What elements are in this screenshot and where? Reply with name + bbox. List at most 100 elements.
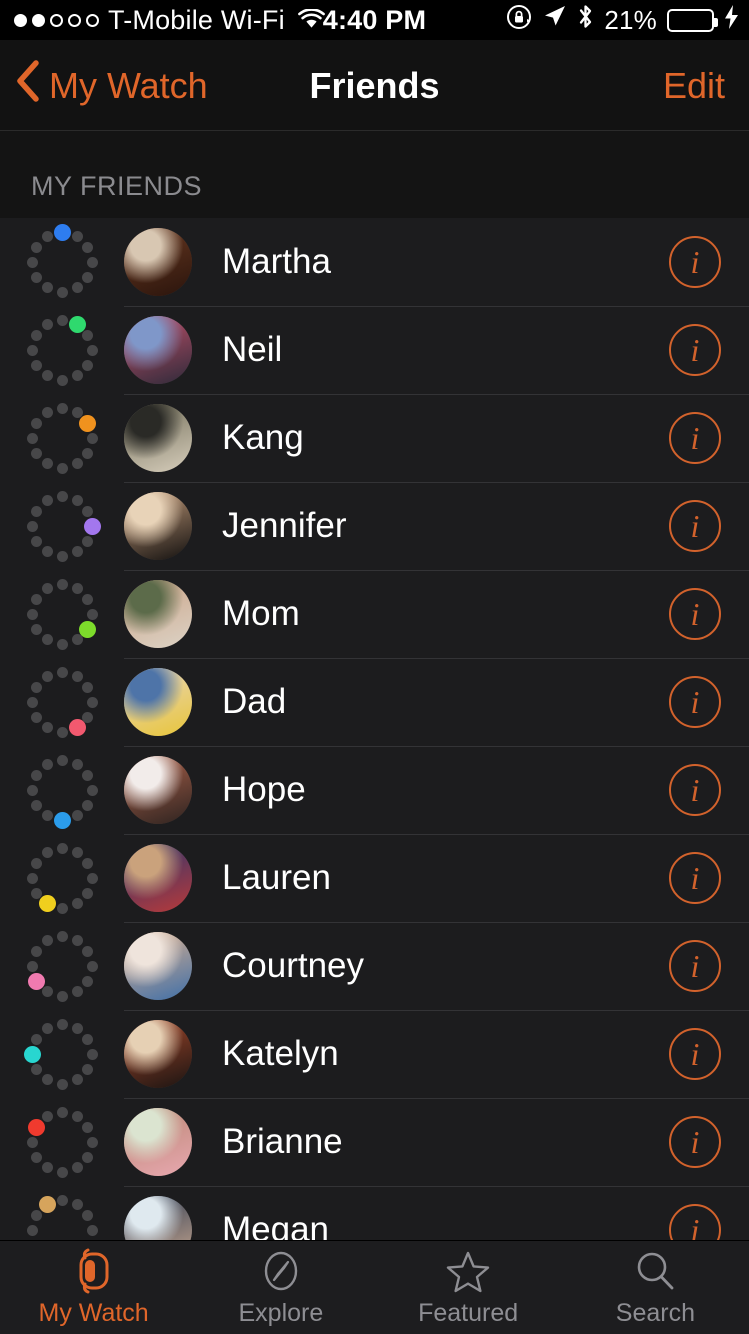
- friend-ring-dot: [56, 578, 68, 590]
- friend-ring-dot: [41, 582, 53, 594]
- navigation-bar: My Watch Friends Edit: [0, 40, 749, 131]
- friend-ring-dot: [30, 447, 42, 459]
- friend-ring-dot: [30, 535, 42, 547]
- friend-ring-dot: [26, 344, 38, 356]
- friend-ring-dot: [41, 546, 53, 558]
- friend-position-ring: [24, 312, 100, 388]
- friend-ring-dot: [82, 505, 94, 517]
- friend-ring-dot: [26, 1136, 38, 1148]
- tab-search[interactable]: Search: [562, 1241, 749, 1334]
- friend-row[interactable]: Katelyn i: [0, 1010, 749, 1098]
- friend-ring-dot: [71, 230, 83, 242]
- friend-info-button[interactable]: i: [669, 236, 721, 288]
- friend-active-dot: [38, 1195, 56, 1213]
- friend-row[interactable]: Courtney i: [0, 922, 749, 1010]
- friend-ring-dot: [30, 505, 42, 517]
- tab-featured[interactable]: Featured: [375, 1241, 562, 1334]
- tab-label: Explore: [238, 1298, 324, 1327]
- friend-avatar: [124, 228, 192, 296]
- friend-ring-dot: [71, 370, 83, 382]
- friend-ring-dot: [86, 608, 98, 620]
- friend-ring-dot: [56, 842, 68, 854]
- friend-ring-dot: [30, 1033, 42, 1045]
- friend-info-button[interactable]: i: [669, 940, 721, 992]
- friend-position-ring: [24, 576, 100, 652]
- friend-info-button[interactable]: i: [669, 852, 721, 904]
- friend-ring-dot: [56, 1018, 68, 1030]
- friend-ring-dot: [30, 1151, 42, 1163]
- friend-avatar-image: [124, 756, 192, 824]
- friend-ring-dot: [56, 490, 68, 502]
- friend-info-button[interactable]: i: [669, 764, 721, 816]
- friend-ring-dot: [82, 975, 94, 987]
- friend-info-button[interactable]: i: [669, 676, 721, 728]
- friend-avatar: [124, 404, 192, 472]
- friend-name: Brianne: [222, 1122, 343, 1161]
- friend-ring-dot: [71, 458, 83, 470]
- friend-ring-dot: [41, 1074, 53, 1086]
- friend-avatar: [124, 1020, 192, 1088]
- friend-ring-dot: [41, 318, 53, 330]
- friend-ring-dot: [41, 370, 53, 382]
- friend-row[interactable]: Mom i: [0, 570, 749, 658]
- friend-ring-dot: [26, 696, 38, 708]
- friend-name: Dad: [222, 682, 287, 721]
- friend-ring-dot: [30, 359, 42, 371]
- friend-ring-dot: [56, 1078, 68, 1090]
- friends-list[interactable]: Martha i Neil i Kang i Jennifer i Mom i Dad i Hope i L…: [0, 218, 749, 1258]
- friend-ring-dot: [30, 711, 42, 723]
- friend-info-button[interactable]: i: [669, 500, 721, 552]
- friend-active-dot: [27, 1118, 45, 1136]
- friend-ring-dot: [82, 1063, 94, 1075]
- friend-avatar: [124, 668, 192, 736]
- friend-name: Kang: [222, 418, 304, 457]
- friend-ring-dot: [86, 1048, 98, 1060]
- friend-ring-dot: [30, 769, 42, 781]
- friend-ring-dot: [41, 406, 53, 418]
- friend-info-button[interactable]: i: [669, 324, 721, 376]
- friend-ring-dot: [41, 846, 53, 858]
- friend-row[interactable]: Neil i: [0, 306, 749, 394]
- tab-my-watch[interactable]: My Watch: [0, 1241, 187, 1334]
- friend-avatar-image: [124, 844, 192, 912]
- friend-ring-dot: [26, 608, 38, 620]
- tab-explore[interactable]: Explore: [187, 1241, 374, 1334]
- friend-row[interactable]: Dad i: [0, 658, 749, 746]
- friend-ring-dot: [56, 930, 68, 942]
- edit-button[interactable]: Edit: [663, 40, 725, 131]
- friend-ring-dot: [71, 494, 83, 506]
- friend-row[interactable]: Brianne i: [0, 1098, 749, 1186]
- friend-info-button[interactable]: i: [669, 1028, 721, 1080]
- friend-avatar: [124, 1108, 192, 1176]
- friend-ring-dot: [71, 1198, 83, 1210]
- friend-info-button[interactable]: i: [669, 1116, 721, 1168]
- friend-row[interactable]: Hope i: [0, 746, 749, 834]
- friend-active-dot: [79, 414, 97, 432]
- friend-ring-dot: [71, 1022, 83, 1034]
- bluetooth-icon: [577, 3, 594, 37]
- friend-ring-dot: [30, 799, 42, 811]
- screen: T-Mobile Wi-Fi 4:40 PM 21% My Watch Frie…: [0, 0, 749, 1334]
- friend-ring-dot: [56, 1194, 68, 1206]
- friend-ring-dot: [71, 282, 83, 294]
- friend-ring-dot: [82, 681, 94, 693]
- friend-ring-dot: [71, 546, 83, 558]
- friend-ring-dot: [82, 1151, 94, 1163]
- friend-active-dot: [27, 972, 45, 990]
- friend-name: Neil: [222, 330, 283, 369]
- friend-row[interactable]: Kang i: [0, 394, 749, 482]
- friend-row[interactable]: Martha i: [0, 218, 749, 306]
- friend-avatar-image: [124, 1108, 192, 1176]
- friend-ring-dot: [56, 990, 68, 1002]
- friend-position-ring: [24, 488, 101, 564]
- friend-row[interactable]: Lauren i: [0, 834, 749, 922]
- friend-info-button[interactable]: i: [669, 588, 721, 640]
- friend-avatar-image: [124, 580, 192, 648]
- friend-row[interactable]: Jennifer i: [0, 482, 749, 570]
- friend-ring-dot: [82, 945, 94, 957]
- friend-info-button[interactable]: i: [669, 412, 721, 464]
- friend-ring-dot: [71, 582, 83, 594]
- friend-ring-dot: [56, 286, 68, 298]
- friend-ring-dot: [82, 271, 94, 283]
- friend-ring-dot: [82, 329, 94, 341]
